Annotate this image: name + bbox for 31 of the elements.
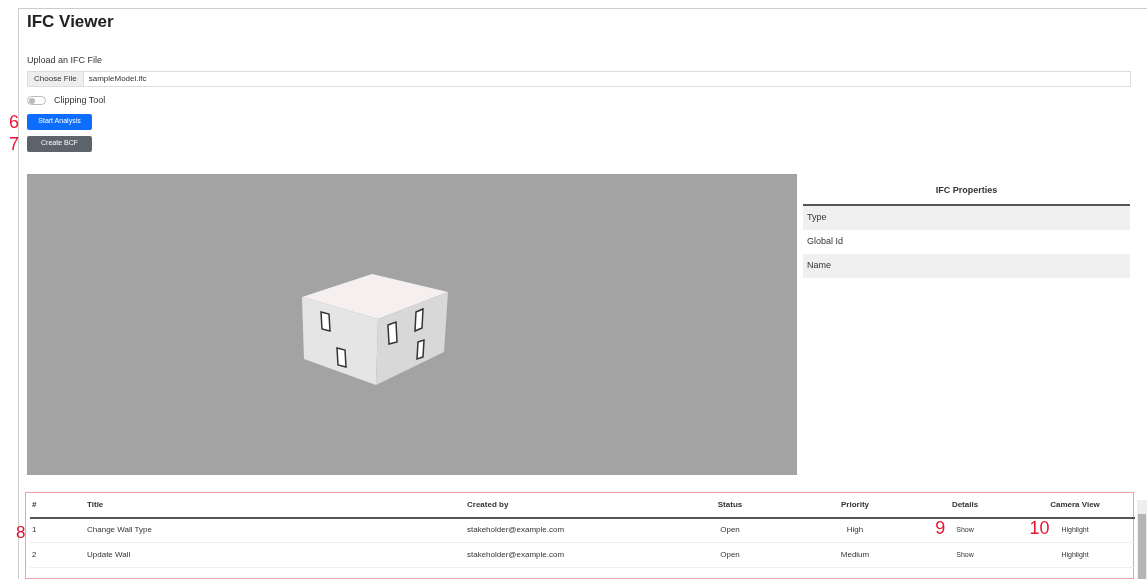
annotation-number: 8 (16, 523, 26, 541)
choose-file-button[interactable]: Choose File (28, 72, 84, 86)
annotation-number: 10 (1029, 519, 1050, 538)
file-input[interactable]: Choose File sampleModel.ifc (27, 71, 1131, 87)
annotation-number: 7 (9, 134, 19, 153)
annotation-number: 6 (9, 112, 19, 131)
table-cell: stakeholder@example.com (465, 542, 665, 568)
upload-label: Upload an IFC File (27, 54, 104, 66)
scrollbar[interactable] (1137, 500, 1147, 579)
column-header: Priority (795, 492, 915, 518)
table-cell: Open (665, 542, 795, 568)
property-row: Type (803, 206, 1130, 230)
column-header: Details (915, 492, 1015, 518)
table-cell: Open (665, 517, 795, 543)
column-header: # (30, 492, 85, 518)
viewer-canvas[interactable] (27, 173, 797, 475)
file-name: sampleModel.ifc (87, 73, 147, 85)
column-header: Status (665, 492, 795, 518)
table-cell: 2 (30, 542, 85, 568)
column-header: Created by (465, 492, 665, 518)
table-cell: stakeholder@example.com (465, 517, 665, 543)
annotation-number: 9 (935, 519, 946, 538)
column-header: Camera View (1015, 492, 1135, 518)
column-header: Title (85, 492, 465, 518)
table-cell: Change Wall Type (85, 517, 465, 543)
toggle-label: Clipping Tool (54, 94, 106, 107)
table-cell: Update Wall (85, 542, 465, 568)
page-title: IFC Viewer (27, 12, 115, 32)
table-cell: High (795, 517, 915, 543)
property-row: Name (803, 254, 1130, 278)
table-cell: Medium (795, 542, 915, 568)
